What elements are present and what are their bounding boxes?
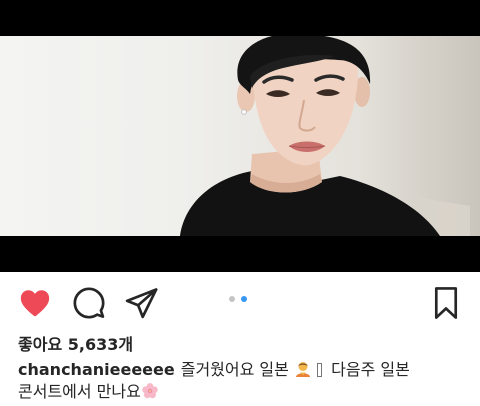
likes-number: 5,633개 (67, 335, 134, 354)
action-bar (0, 272, 480, 330)
instagram-post: 좋아요 5,633개 chanchanieeeeee 즐거웠어요 일본 다음주 일… (0, 0, 480, 406)
comment-icon[interactable] (72, 286, 106, 320)
cherry-blossom-emoji-icon (142, 383, 158, 399)
video-frame (0, 36, 480, 236)
post-caption: chanchanieeeeee 즐거웠어요 일본 다음주 일본 콘서트에서 만나요 (18, 359, 468, 403)
carousel-dot (229, 296, 235, 302)
post-media[interactable] (0, 0, 480, 272)
carousel-dot-active (241, 296, 247, 302)
person-bowing-emoji-icon (295, 362, 310, 377)
caption-text-3: 콘서트에서 만나요 (18, 382, 141, 401)
selfie-photo (180, 36, 470, 236)
caption-text-2: 다음주 일본 (331, 360, 410, 379)
heart-icon[interactable] (18, 286, 52, 320)
carousel-indicator (229, 296, 253, 304)
likes-label: 좋아요 (18, 335, 63, 354)
bookmark-icon[interactable] (432, 286, 460, 320)
missing-glyph-icon (317, 363, 323, 377)
caption-text-1: 즐거웠어요 일본 (180, 360, 289, 379)
share-icon[interactable] (125, 286, 159, 320)
caption-username[interactable]: chanchanieeeeee (18, 360, 175, 379)
likes-count[interactable]: 좋아요 5,633개 (18, 331, 133, 355)
